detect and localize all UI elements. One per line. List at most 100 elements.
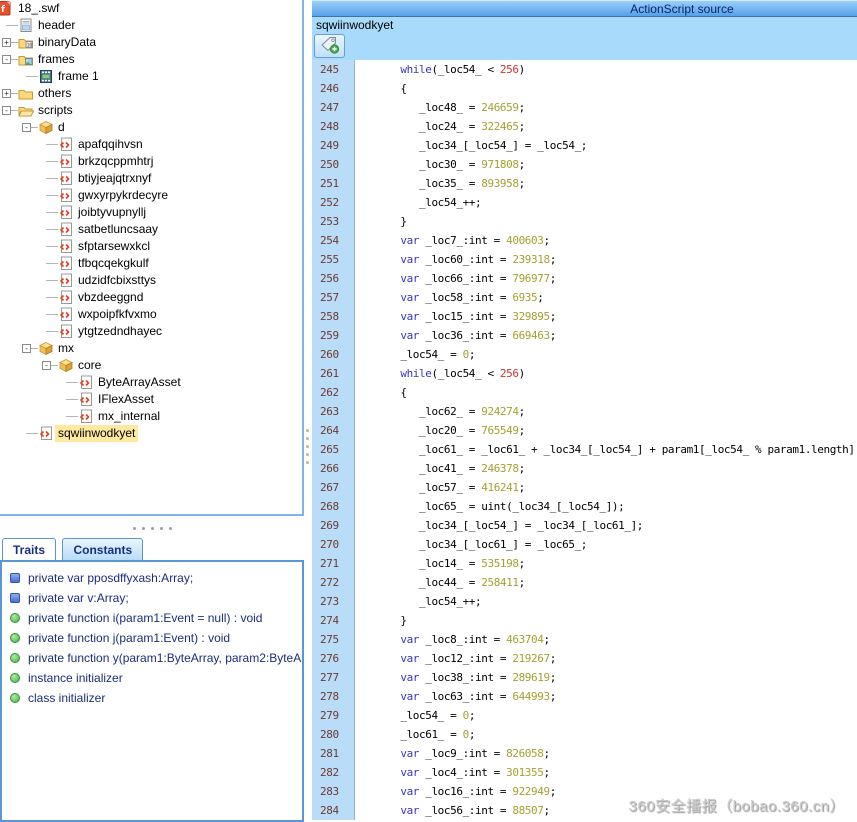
editor-tab-label[interactable]: sqwiinwodkyet (316, 18, 393, 32)
swf-tree-panel: f18_.swfheader+10binaryData - framesframe … (0, 0, 304, 516)
tab-constants[interactable]: Constants (62, 538, 143, 560)
tree-item-label[interactable]: frames (35, 51, 78, 68)
tree-item[interactable]: wxpoipfkfvxmo (0, 306, 302, 323)
script-icon (58, 256, 74, 271)
script-icon (58, 171, 74, 186)
tree-item[interactable]: - scripts (0, 102, 302, 119)
code-text: _loc61_ = _loc61_ + _loc34_[_loc54_] + p… (355, 440, 857, 459)
collapse-icon[interactable]: - (22, 344, 31, 353)
tree-item-label[interactable]: vbzdeeggnd (75, 289, 146, 306)
tree-item[interactable]: frame 1 (0, 68, 302, 85)
tree-item[interactable]: - core (0, 357, 302, 374)
tree-item[interactable]: satbetluncsaay (0, 221, 302, 238)
tree-connector-line (46, 297, 58, 298)
tree-item-label[interactable]: gwxyrpykrdecyre (75, 187, 171, 204)
tree-item[interactable]: btiyjeajqtrxnyf (0, 170, 302, 187)
code-line: 272 _loc44_ = 258411; (312, 573, 857, 592)
tree-item-label[interactable]: core (75, 357, 104, 374)
expand-icon[interactable]: + (2, 89, 11, 98)
tree-item-label[interactable]: wxpoipfkfvxmo (75, 306, 160, 323)
tree-item-label[interactable]: apafqqihvsn (75, 136, 146, 153)
tree-connector-line (66, 416, 78, 417)
tab-traits[interactable]: Traits (2, 538, 56, 560)
tree-item-label[interactable]: satbetluncsaay (75, 221, 161, 238)
trait-item[interactable]: private function j(param1:Event) : void (2, 628, 302, 648)
line-number: 277 (312, 668, 355, 687)
tree-item-label[interactable]: brkzqcppmhtrj (75, 153, 156, 170)
expand-icon[interactable]: + (2, 38, 11, 47)
code-text: _loc30_ = 971808; (355, 155, 525, 174)
splitter-dot (151, 527, 154, 530)
line-number: 266 (312, 459, 355, 478)
code-text: var _loc8_:int = 463704; (355, 630, 550, 649)
tree-item[interactable]: +10binaryData (0, 34, 302, 51)
tree-item-label[interactable]: tfbqcqekgkulf (75, 255, 152, 272)
tree-item-label[interactable]: scripts (35, 102, 76, 119)
collapse-icon[interactable]: - (2, 55, 11, 64)
tree-item-label-selected[interactable]: sqwiinwodkyet (55, 425, 138, 442)
edit-tag-button[interactable] (314, 34, 345, 58)
tree-item[interactable]: f18_.swf (0, 0, 302, 17)
tree-item[interactable]: joibtyvupnyllj (0, 204, 302, 221)
code-text: _loc62_ = 924274; (355, 402, 525, 421)
code-line: 266 _loc41_ = 246378; (312, 459, 857, 478)
tree-item-label[interactable]: udzidfcbixsttys (75, 272, 159, 289)
line-number: 281 (312, 744, 355, 763)
tree-item[interactable]: IFlexAsset (0, 391, 302, 408)
trait-item[interactable]: class initializer (2, 688, 302, 708)
collapse-icon[interactable]: - (42, 361, 51, 370)
code-text: } (355, 611, 407, 630)
tree-item[interactable]: + others (0, 85, 302, 102)
tree-item[interactable]: udzidfcbixsttys (0, 272, 302, 289)
tree-item-label[interactable]: header (35, 17, 78, 34)
tree-item-label[interactable]: frame 1 (55, 68, 102, 85)
collapse-icon[interactable]: - (2, 106, 11, 115)
tree-item[interactable]: header (0, 17, 302, 34)
tree-item-label[interactable]: ByteArrayAsset (95, 374, 184, 391)
tree-connector-line (46, 263, 58, 264)
line-number: 274 (312, 611, 355, 630)
code-text: _loc34_[_loc54_] = _loc34_[_loc61_]; (355, 516, 643, 535)
tree-item-label[interactable]: IFlexAsset (95, 391, 157, 408)
tree-item[interactable]: ByteArrayAsset (0, 374, 302, 391)
trait-item[interactable]: private function i(param1:Event = null) … (2, 608, 302, 628)
code-text: var _loc56_:int = 88507; (355, 801, 550, 820)
code-text: _loc34_[_loc61_] = _loc65_; (355, 535, 587, 554)
tree-item[interactable]: - mx (0, 340, 302, 357)
tree-item-label[interactable]: binaryData (35, 34, 99, 51)
tree-item[interactable]: sqwiinwodkyet (0, 425, 302, 442)
code-editor[interactable]: 245 while(_loc54_ < 256)246 {247 _loc48_… (312, 60, 857, 822)
line-number: 268 (312, 497, 355, 516)
code-text: var _loc63_:int = 644993; (355, 687, 556, 706)
tree-item-label[interactable]: ytgtzedndhayec (75, 323, 165, 340)
trait-item[interactable]: private function y(param1:ByteArray, par… (2, 648, 302, 668)
tree-item[interactable]: - frames (0, 51, 302, 68)
tree-item[interactable]: brkzqcppmhtrj (0, 153, 302, 170)
tree-item-label[interactable]: 18_.swf (15, 0, 62, 17)
horizontal-splitter[interactable] (0, 518, 304, 538)
tree-item[interactable]: apafqqihvsn (0, 136, 302, 153)
code-line: 255 var _loc60_:int = 239318; (312, 250, 857, 269)
collapse-icon[interactable]: - (22, 123, 31, 132)
tree-item-label[interactable]: mx_internal (95, 408, 163, 425)
tree-item[interactable]: mx_internal (0, 408, 302, 425)
tree-item-label[interactable]: btiyjeajqtrxnyf (75, 170, 154, 187)
tree-item[interactable]: sfptarsewxkcl (0, 238, 302, 255)
tree-item[interactable]: gwxyrpykrdecyre (0, 187, 302, 204)
trait-item[interactable]: private var pposdffyxash:Array; (2, 568, 302, 588)
vertical-splitter[interactable] (304, 0, 312, 822)
tree-item-label[interactable]: joibtyvupnyllj (75, 204, 149, 221)
tree-item[interactable]: ytgtzedndhayec (0, 323, 302, 340)
code-text: while(_loc54_ < 256) (355, 364, 525, 383)
tree-item-label[interactable]: sfptarsewxkcl (75, 238, 153, 255)
trait-item[interactable]: instance initializer (2, 668, 302, 688)
line-number: 257 (312, 288, 355, 307)
tree-item-label[interactable]: d (55, 119, 68, 136)
tree-item[interactable]: -d (0, 119, 302, 136)
tree-item[interactable]: tfbqcqekgkulf (0, 255, 302, 272)
trait-item[interactable]: private var v:Array; (2, 588, 302, 608)
tree-item[interactable]: vbzdeeggnd (0, 289, 302, 306)
tree-item-label[interactable]: mx (55, 340, 77, 357)
tree-item-label[interactable]: others (35, 85, 74, 102)
trait-text: class initializer (28, 691, 105, 705)
